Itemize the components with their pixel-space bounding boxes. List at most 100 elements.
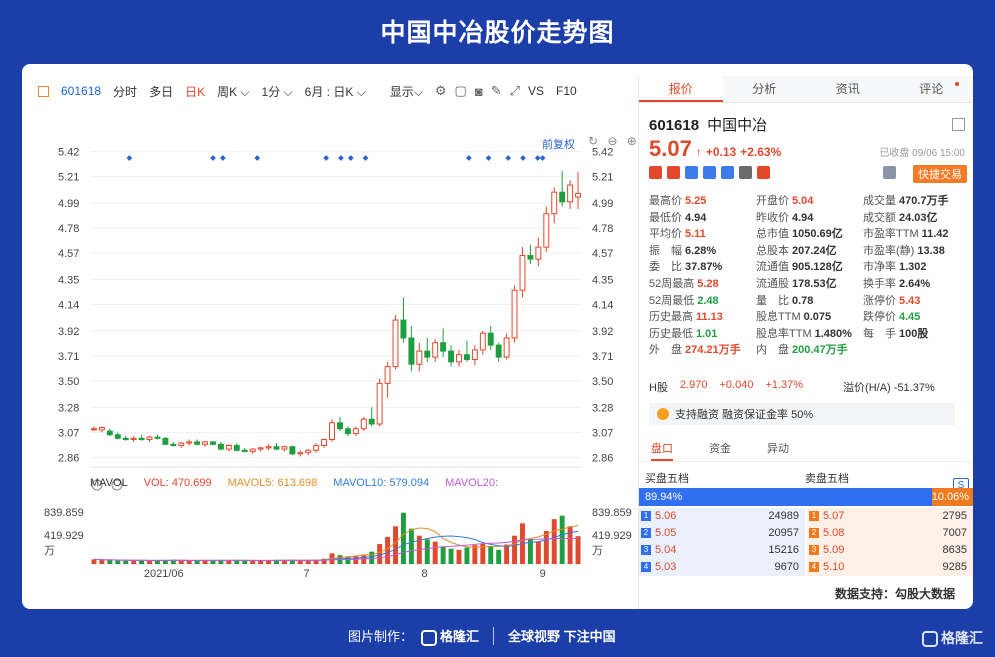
- candle-body: [233, 444, 240, 451]
- event-marker: [362, 155, 369, 161]
- edit-icon[interactable]: [952, 118, 965, 131]
- bid-level[interactable]: 3 5.04 15216: [639, 542, 805, 559]
- bell-icon[interactable]: [883, 166, 896, 179]
- field-value: 0.075: [803, 311, 832, 324]
- field-label: 涨停价: [863, 294, 896, 307]
- stock-name: 中国中冶: [707, 117, 768, 134]
- field-value: 470.7万手: [899, 195, 949, 207]
- tab-anomaly[interactable]: 异动: [767, 440, 789, 461]
- volume-bar: [440, 546, 446, 564]
- y-tick-label-right: 4.78: [592, 223, 613, 235]
- bid-level[interactable]: 2 5.05 20957: [639, 525, 805, 542]
- ask-level[interactable]: 1 5.07 2795: [807, 508, 973, 525]
- volume-tick-right: 839.859: [592, 507, 632, 519]
- tab-order-book[interactable]: 盘口: [651, 440, 673, 461]
- bid-level[interactable]: 1 5.06 24989: [639, 508, 805, 525]
- field-label: 成交量: [863, 195, 896, 207]
- volume-bar: [543, 530, 549, 564]
- candle-body: [321, 439, 328, 446]
- mavol20-value: MAVOL20:: [445, 477, 499, 489]
- mavol-legend: MAVOL VOL: 470.699 MAVOL5: 613.698 MAVOL…: [90, 477, 498, 489]
- feature-icon[interactable]: [703, 166, 716, 179]
- book-tabs: 盘口 资金 异动: [639, 440, 973, 462]
- field-value: 11.13: [696, 311, 723, 324]
- volume-tick-right: 419.929: [592, 530, 632, 542]
- price-change: +0.13: [705, 145, 737, 159]
- field-label: 股息率TTM: [756, 327, 812, 340]
- volume-tick-left: 万: [44, 545, 55, 557]
- field-value: 5.04: [792, 195, 814, 207]
- fast-trade-button[interactable]: 快捷交易: [913, 165, 967, 183]
- bid-price: 5.04: [655, 544, 677, 556]
- event-marker: [126, 155, 133, 161]
- ask-level[interactable]: 4 5.10 9285: [807, 559, 973, 576]
- candle-body: [368, 418, 375, 425]
- field-label: 流通股: [756, 278, 789, 290]
- quote-field: 52周最高 5.28: [649, 275, 719, 291]
- y-tick-label-left: 4.99: [58, 198, 79, 210]
- candle-body: [384, 366, 391, 384]
- order-book-row: 2 5.05 20957 2 5.08 7007: [639, 525, 973, 542]
- candle-body: [360, 418, 367, 430]
- field-value: 5.28: [697, 278, 719, 290]
- field-label: 外 盘: [649, 344, 682, 357]
- bid-price: 5.03: [655, 561, 677, 573]
- mavol-label[interactable]: MAVOL: [90, 477, 128, 489]
- candle-body: [575, 192, 581, 198]
- quote-field: 委 比 37.87%: [649, 258, 722, 274]
- y-tick-label-right: 3.71: [592, 351, 613, 363]
- quote-field: 52周最低 2.48: [649, 292, 719, 308]
- volume-tick-right: 万: [592, 545, 603, 557]
- event-marker: [220, 155, 226, 161]
- tab-funds[interactable]: 资金: [709, 440, 731, 461]
- kline-chart[interactable]: 5.42 5.42 5.21 5.21 4.99 4.99 4.78 4.78 4.57 4.57…: [22, 64, 638, 609]
- field-value: 0.78: [792, 294, 814, 307]
- field-label: 市盈率(静): [863, 244, 915, 257]
- y-tick-label-right: 3.07: [592, 427, 613, 439]
- candle-body: [400, 319, 407, 339]
- tab-quote[interactable]: 报价: [639, 76, 723, 102]
- ask-level[interactable]: 3 5.09 8635: [807, 542, 973, 559]
- feature-icon[interactable]: [649, 166, 662, 179]
- volume-bar: [400, 512, 406, 564]
- field-label: 股息TTM: [756, 311, 801, 324]
- feature-icon[interactable]: [739, 166, 752, 179]
- event-marker: [254, 155, 261, 161]
- candle-body: [495, 344, 502, 358]
- feature-icons: [649, 166, 770, 179]
- feature-icon[interactable]: [685, 166, 698, 179]
- candle-body: [479, 332, 486, 351]
- candle-body: [329, 422, 335, 441]
- volume-bar: [139, 560, 145, 564]
- mavol5-value: MAVOL5: 613.698: [227, 477, 318, 489]
- corner-logo: 格隆汇: [922, 628, 983, 648]
- candle-body: [257, 447, 264, 450]
- feature-icon[interactable]: [667, 166, 680, 179]
- ask-level[interactable]: 2 5.08 7007: [807, 525, 973, 542]
- logo-icon: [421, 629, 438, 646]
- tab-news[interactable]: 资讯: [806, 76, 890, 102]
- buy-ratio: 89.94%: [639, 488, 932, 506]
- quote-tabs: 报价 分析 资讯 评论: [639, 76, 973, 103]
- volume-bar: [210, 560, 216, 564]
- volume-bar: [393, 526, 398, 564]
- feature-icon[interactable]: [721, 166, 734, 179]
- quote-field: 历史最低 1.01: [649, 325, 717, 341]
- y-tick-label-right: 4.99: [592, 198, 613, 210]
- y-tick-label-left: 5.21: [58, 172, 79, 184]
- field-value: 2.48: [697, 294, 719, 307]
- feature-icon[interactable]: [757, 166, 770, 179]
- field-value: 905.128亿: [792, 261, 843, 274]
- bid-index: 4: [641, 562, 651, 572]
- tab-analysis[interactable]: 分析: [723, 76, 807, 102]
- quote-field: 外 盘 274.21万手: [649, 341, 741, 357]
- tab-comments[interactable]: 评论: [890, 76, 974, 102]
- ask-price: 5.09: [823, 544, 845, 556]
- quote-field: 流通值 905.128亿: [756, 258, 843, 274]
- candle-body: [337, 422, 343, 430]
- bid-level[interactable]: 4 5.03 9670: [639, 559, 805, 576]
- market-status: 已收盘 09/06 15:00: [879, 148, 965, 159]
- quote-field: 最低价 4.94: [649, 209, 706, 225]
- volume-tick-left: 839.859: [44, 507, 84, 519]
- ask-price: 5.08: [823, 527, 845, 539]
